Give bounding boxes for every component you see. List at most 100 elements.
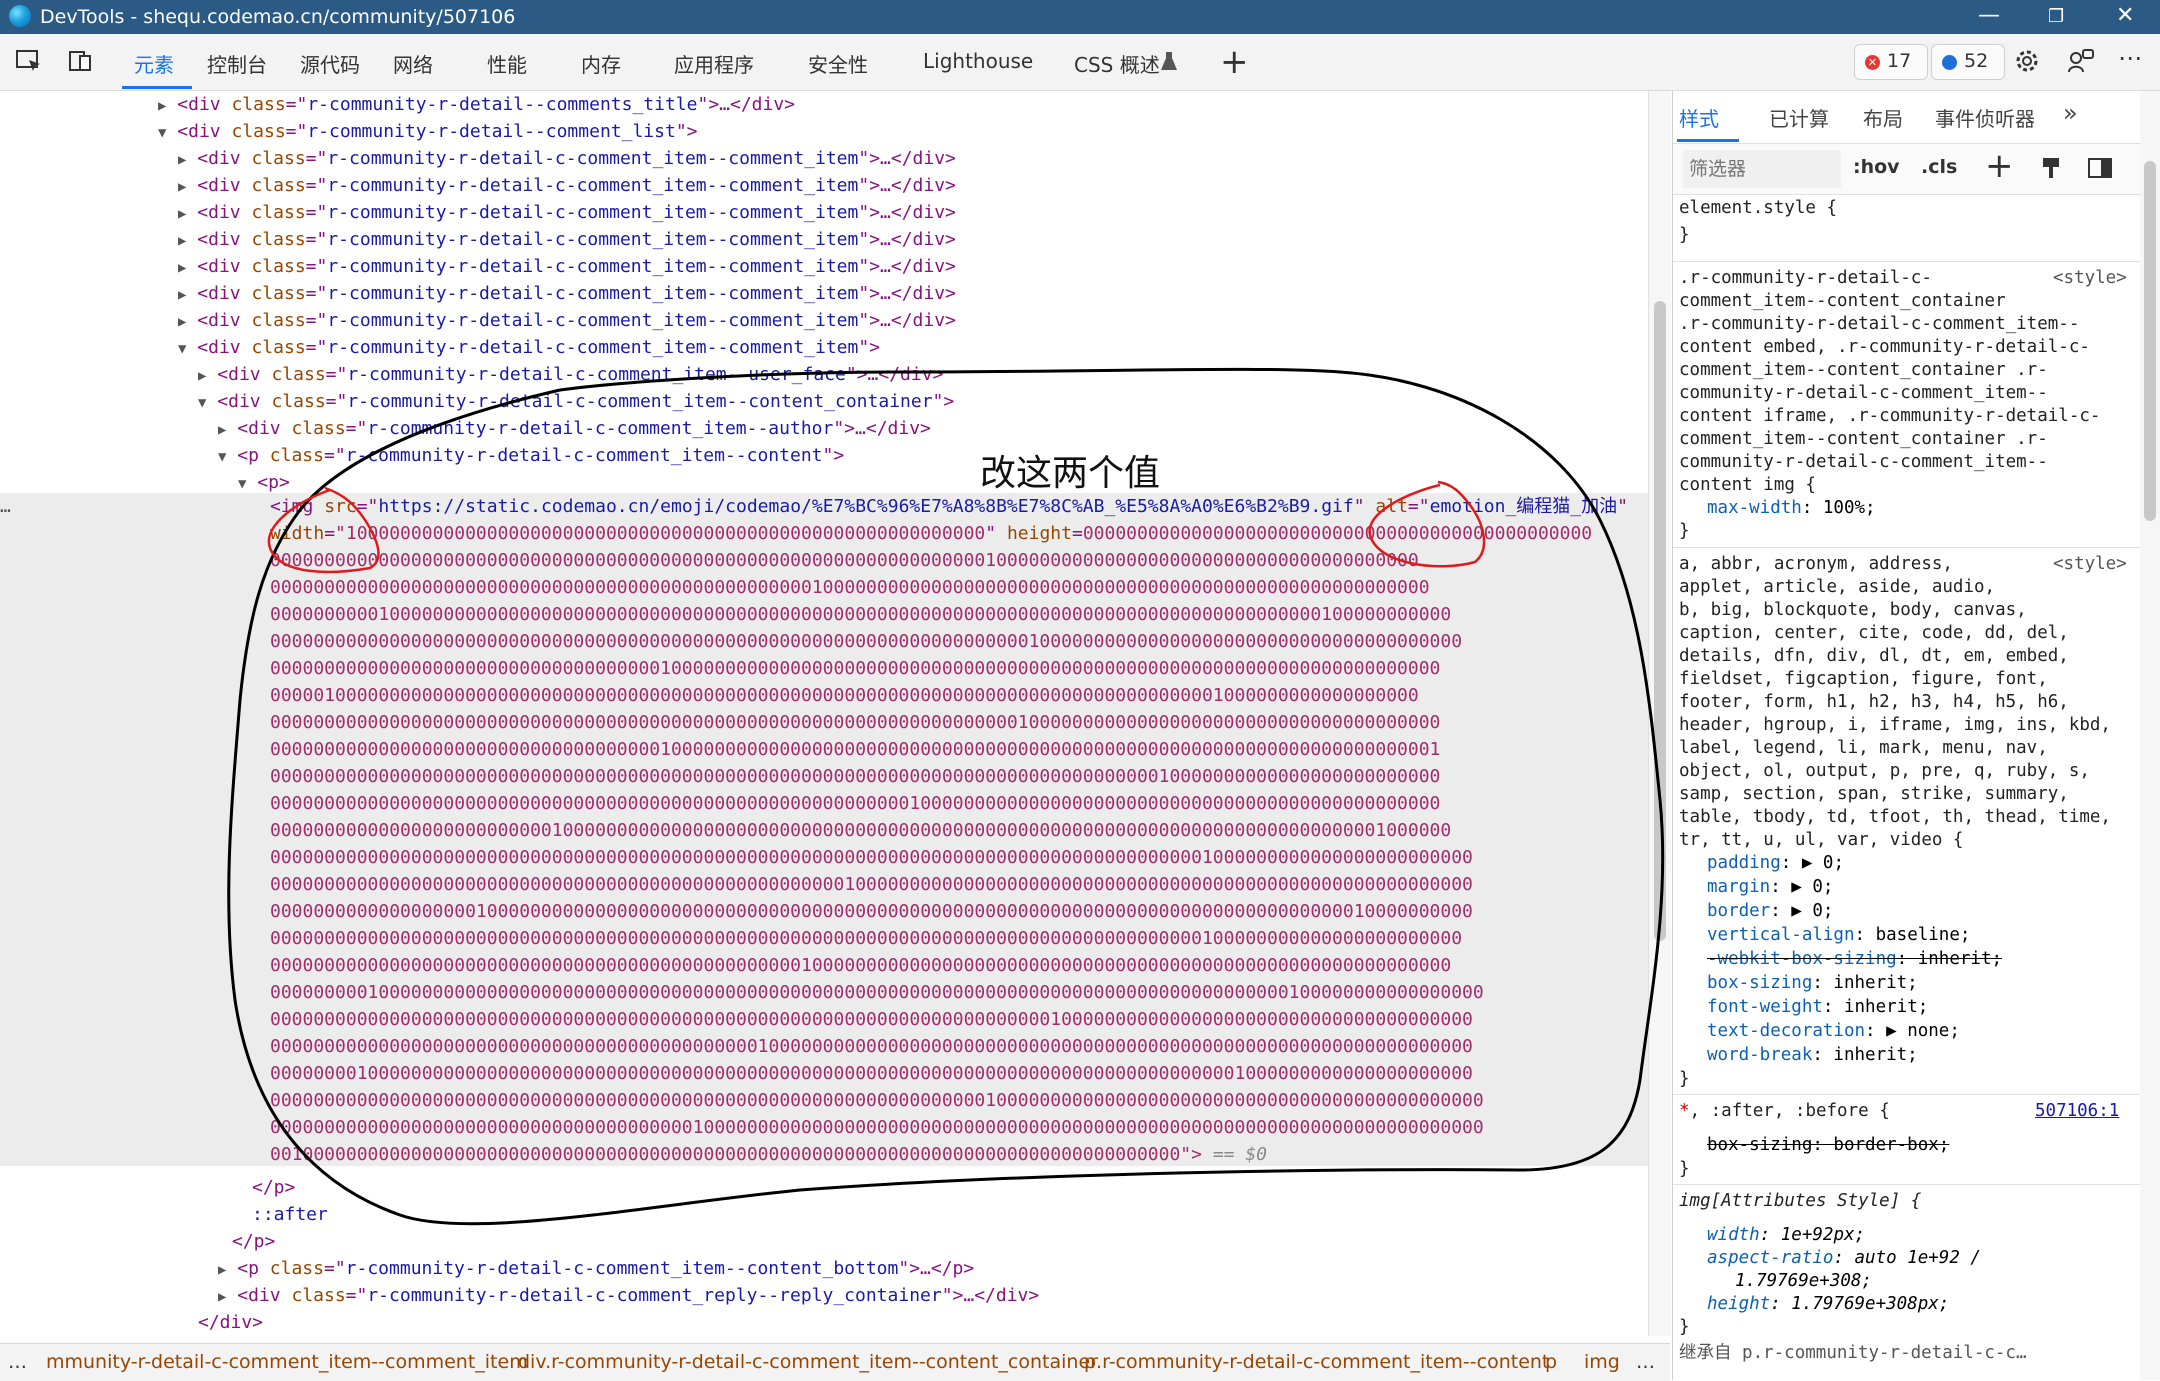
tab-event-listeners[interactable]: 事件侦听器 bbox=[1935, 103, 2035, 132]
style-property[interactable]: box-sizing: inherit; bbox=[1707, 972, 1918, 995]
close-button[interactable]: ✕ bbox=[2116, 3, 2134, 28]
breadcrumb-item-comment-item[interactable]: mmunity-r-detail-c-comment_item--comment… bbox=[46, 1351, 528, 1373]
dom-node-line[interactable]: ▼ <div class="r-community-r-detail--comm… bbox=[158, 118, 698, 145]
settings-gear-icon[interactable] bbox=[2012, 46, 2042, 76]
dom-node-line[interactable]: ▶ <div class="r-community-r-detail-c-com… bbox=[178, 253, 956, 280]
elements-scrollbar[interactable] bbox=[1648, 91, 1671, 1336]
expand-toggle-icon[interactable]: ▶ bbox=[218, 1289, 226, 1305]
tab-security[interactable]: 安全性 bbox=[808, 49, 868, 78]
style-property[interactable]: max-width: 100%; bbox=[1707, 497, 1876, 520]
selected-img-node[interactable]: <img src="https://static.codemao.cn/emoj… bbox=[270, 493, 1628, 520]
dom-node-line[interactable]: ::after bbox=[252, 1201, 328, 1228]
minimize-button[interactable]: — bbox=[1978, 3, 2000, 28]
dom-node-line[interactable]: ▶ <div class="r-community-r-detail-c-com… bbox=[178, 226, 956, 253]
expand-toggle-icon[interactable]: ▶ bbox=[218, 422, 226, 438]
dom-node-line[interactable]: ▶ <div class="r-community-r-detail-c-com… bbox=[218, 415, 931, 442]
tab-application[interactable]: 应用程序 bbox=[674, 49, 754, 78]
tab-css-overview[interactable]: CSS 概述 bbox=[1074, 49, 1160, 78]
styles-filter-input[interactable] bbox=[1683, 150, 1841, 188]
rule-source-link[interactable]: <style> bbox=[2053, 267, 2127, 290]
breadcrumb-item-content[interactable]: p.r-community-r-detail-c-comment_item--c… bbox=[1084, 1351, 1549, 1373]
expand-toggle-icon[interactable]: ▼ bbox=[158, 125, 166, 141]
tab-network[interactable]: 网络 bbox=[393, 49, 433, 78]
dom-node-line[interactable]: </p> bbox=[232, 1228, 275, 1255]
style-property[interactable]: -webkit-box-sizing: inherit; bbox=[1707, 948, 2002, 971]
dom-node-line[interactable]: ▶ <p class="r-community-r-detail-c-comme… bbox=[218, 1255, 974, 1282]
dom-node-line[interactable]: ▶ <div class="r-community-r-detail-c-com… bbox=[178, 145, 956, 172]
new-style-rule-button[interactable]: + bbox=[1985, 146, 2014, 186]
messages-badge[interactable]: 52 bbox=[1931, 44, 2005, 80]
tab-computed[interactable]: 已计算 bbox=[1769, 103, 1829, 132]
expand-toggle-icon[interactable]: ▼ bbox=[238, 476, 246, 492]
expand-toggle-icon[interactable]: ▶ bbox=[178, 314, 186, 330]
expand-toggle-icon[interactable]: ▶ bbox=[178, 179, 186, 195]
expand-toggle-icon[interactable]: ▶ bbox=[218, 1262, 226, 1278]
expand-toggle-icon[interactable]: ▶ bbox=[178, 287, 186, 303]
dom-node-line[interactable]: ▶ <div class="r-community-r-detail-c-com… bbox=[178, 172, 956, 199]
style-property[interactable]: padding: ▶ 0; bbox=[1707, 852, 1844, 875]
dom-node-line[interactable]: </div> bbox=[198, 1309, 263, 1336]
errors-badge[interactable]: ✕ 17 bbox=[1854, 44, 1928, 80]
dom-node-line[interactable]: ▶ <div class="r-community-r-detail-c-com… bbox=[218, 1282, 1039, 1309]
gutter-ellipsis[interactable]: … bbox=[0, 493, 11, 520]
cls-toggle[interactable]: .cls bbox=[1921, 156, 1957, 178]
dom-node-line[interactable]: </p> bbox=[252, 1174, 295, 1201]
breadcrumb-item-content-container[interactable]: div.r-community-r-detail-c-comment_item-… bbox=[518, 1351, 1098, 1373]
scrollbar-thumb[interactable] bbox=[1654, 301, 1666, 941]
rule-source-link[interactable]: 507106:1 bbox=[2035, 1100, 2119, 1123]
expand-toggle-icon[interactable]: ▶ bbox=[158, 98, 166, 114]
dom-node-line[interactable]: ▼ <p class="r-community-r-detail-c-comme… bbox=[218, 442, 844, 469]
expand-toggle-icon[interactable]: ▶ bbox=[198, 368, 206, 384]
more-tabs-button[interactable]: » bbox=[2063, 99, 2078, 127]
expand-toggle-icon[interactable]: ▼ bbox=[198, 395, 206, 411]
style-property[interactable]: border: ▶ 0; bbox=[1707, 900, 1833, 923]
paint-brush-icon[interactable] bbox=[2039, 156, 2063, 180]
add-tab-button[interactable]: + bbox=[1220, 42, 1249, 82]
rule-source-link[interactable]: <style> bbox=[2053, 553, 2127, 576]
style-property[interactable]: word-break: inherit; bbox=[1707, 1044, 1918, 1067]
elements-tree[interactable]: ▶ <div class="r-community-r-detail--comm… bbox=[0, 91, 1648, 1336]
style-property[interactable]: font-weight: inherit; bbox=[1707, 996, 1928, 1019]
tab-lighthouse[interactable]: Lighthouse bbox=[923, 49, 1033, 73]
device-toolbar-icon[interactable] bbox=[66, 46, 96, 76]
style-property[interactable]: width: 1e+92px; bbox=[1707, 1224, 1865, 1247]
style-property[interactable]: height: 1.79769e+308px; bbox=[1707, 1293, 1949, 1316]
dom-node-line[interactable]: ▶ <div class="r-community-r-detail-c-com… bbox=[178, 280, 956, 307]
dom-node-line[interactable]: ▼ <div class="r-community-r-detail-c-com… bbox=[198, 388, 954, 415]
tab-layout[interactable]: 布局 bbox=[1863, 103, 1903, 132]
breadcrumb-overflow-right[interactable]: … bbox=[1636, 1351, 1655, 1373]
tab-styles[interactable]: 样式 bbox=[1679, 103, 1719, 132]
style-property[interactable]: box-sizing: border-box; bbox=[1707, 1134, 1949, 1157]
expand-toggle-icon[interactable]: ▶ bbox=[178, 233, 186, 249]
restore-button[interactable]: ❐ bbox=[2048, 6, 2064, 27]
dom-node-line[interactable]: ▶ <div class="r-community-r-detail-c-com… bbox=[198, 361, 943, 388]
dom-node-line[interactable]: ▼ <div class="r-community-r-detail-c-com… bbox=[178, 334, 880, 361]
tab-performance[interactable]: 性能 bbox=[487, 49, 527, 78]
customize-feedback-icon[interactable] bbox=[2066, 46, 2096, 76]
style-property[interactable]: aspect-ratio: auto 1e+92 / bbox=[1707, 1247, 1981, 1270]
style-property[interactable]: vertical-align: baseline; bbox=[1707, 924, 1970, 947]
tab-sources[interactable]: 源代码 bbox=[300, 49, 360, 78]
dom-node-line[interactable]: ▶ <div class="r-community-r-detail-c-com… bbox=[178, 307, 956, 334]
breadcrumb-overflow-left[interactable]: … bbox=[8, 1351, 27, 1373]
more-options-button[interactable]: ⋯ bbox=[2118, 44, 2142, 72]
inspect-element-icon[interactable] bbox=[14, 46, 44, 76]
expand-toggle-icon[interactable]: ▶ bbox=[178, 152, 186, 168]
styles-scrollbar[interactable] bbox=[2140, 91, 2160, 1380]
hov-toggle[interactable]: :hov bbox=[1853, 156, 1900, 178]
tab-console[interactable]: 控制台 bbox=[207, 49, 267, 78]
expand-toggle-icon[interactable]: ▶ bbox=[178, 260, 186, 276]
tab-memory[interactable]: 内存 bbox=[581, 49, 621, 78]
style-property[interactable]: margin: ▶ 0; bbox=[1707, 876, 1833, 899]
breadcrumb-item-img[interactable]: img bbox=[1584, 1351, 1620, 1373]
style-property[interactable]: text-decoration: ▶ none; bbox=[1707, 1020, 1960, 1043]
expand-toggle-icon[interactable]: ▶ bbox=[178, 206, 186, 222]
breadcrumb-item-p[interactable]: p bbox=[1545, 1351, 1557, 1373]
expand-toggle-icon[interactable]: ▼ bbox=[218, 449, 226, 465]
dom-node-line[interactable]: ▶ <div class="r-community-r-detail--comm… bbox=[158, 91, 795, 118]
style-property[interactable]: 1.79769e+308; bbox=[1735, 1270, 1872, 1293]
expand-toggle-icon[interactable]: ▼ bbox=[178, 341, 186, 357]
styles-scrollbar-thumb[interactable] bbox=[2144, 161, 2156, 521]
toggle-sidebar-icon[interactable] bbox=[2087, 156, 2113, 180]
dom-node-line[interactable]: ▼ <p> bbox=[238, 469, 290, 496]
